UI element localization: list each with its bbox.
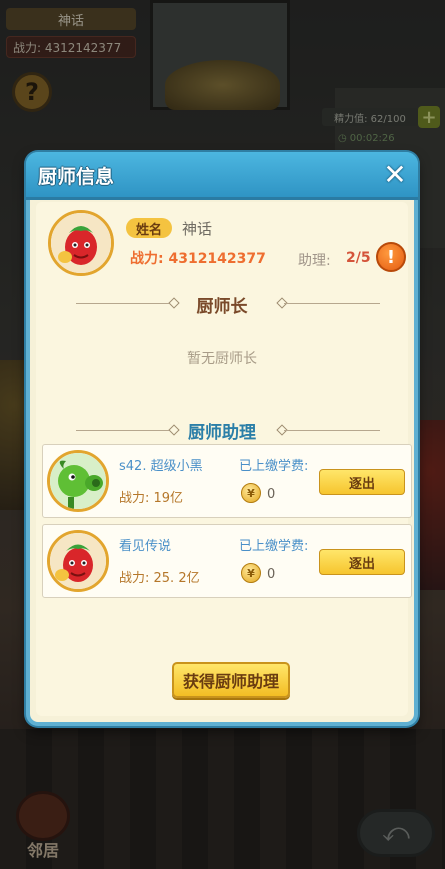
- pepper-chef-avatar: [50, 533, 106, 589]
- get-assistant-button[interactable]: 获得厨师助理: [172, 662, 290, 698]
- coin-icon: ¥: [241, 563, 261, 583]
- assistant-fee: 0: [267, 567, 276, 582]
- dialog-title: 厨师信息: [38, 166, 115, 188]
- assistant-count-label: 助理:: [298, 253, 331, 269]
- coin-icon: ¥: [241, 483, 261, 503]
- close-button[interactable]: ✕: [378, 158, 412, 192]
- peashooter-avatar: [50, 453, 106, 509]
- assistant-power: 战力: 25. 2亿: [119, 571, 200, 586]
- assistant-fee-label: 已上缴学费:: [239, 459, 309, 474]
- assistant-avatar: [47, 450, 109, 512]
- assistant-name: s42. 超级小黑: [119, 459, 203, 474]
- head-chef-title: 厨师长: [196, 297, 248, 317]
- alert-info-button[interactable]: !: [376, 242, 406, 272]
- chef-info-dialog: 厨师信息 ✕ 姓名 神话 战力: 4312142377 助理: 2/5 ! 厨师…: [26, 152, 418, 726]
- assistants-title: 厨师助理: [188, 423, 256, 443]
- pepper-chef-avatar: [51, 213, 111, 273]
- player-name: 神话: [182, 220, 213, 238]
- dialog-header: 厨师信息 ✕: [26, 152, 418, 200]
- assistant-name: 看见传说: [119, 539, 172, 554]
- assistant-power: 战力: 19亿: [119, 491, 184, 506]
- assistant-card: 看见传说 战力: 25. 2亿 已上缴学费: ¥ 0 逐出: [42, 524, 412, 598]
- head-chef-empty-text: 暂无厨师长: [187, 351, 257, 367]
- assistant-card: s42. 超级小黑 战力: 19亿 已上缴学费: ¥ 0 逐出: [42, 444, 412, 518]
- assistant-fee-label: 已上缴学费:: [239, 539, 309, 554]
- kick-assistant-button[interactable]: 逐出: [319, 469, 405, 495]
- kick-assistant-button[interactable]: 逐出: [319, 549, 405, 575]
- divider-line-right: [284, 430, 380, 431]
- divider-line-right: [284, 303, 380, 304]
- name-tag: 姓名: [126, 218, 172, 238]
- assistant-count: 2/5: [346, 250, 371, 266]
- player-power: 战力: 4312142377: [130, 251, 266, 267]
- assistant-fee: 0: [267, 487, 276, 502]
- player-avatar: [48, 210, 114, 276]
- dialog-body: 姓名 神话 战力: 4312142377 助理: 2/5 ! 厨师长 暂无厨师长…: [36, 202, 412, 716]
- assistant-avatar: [47, 530, 109, 592]
